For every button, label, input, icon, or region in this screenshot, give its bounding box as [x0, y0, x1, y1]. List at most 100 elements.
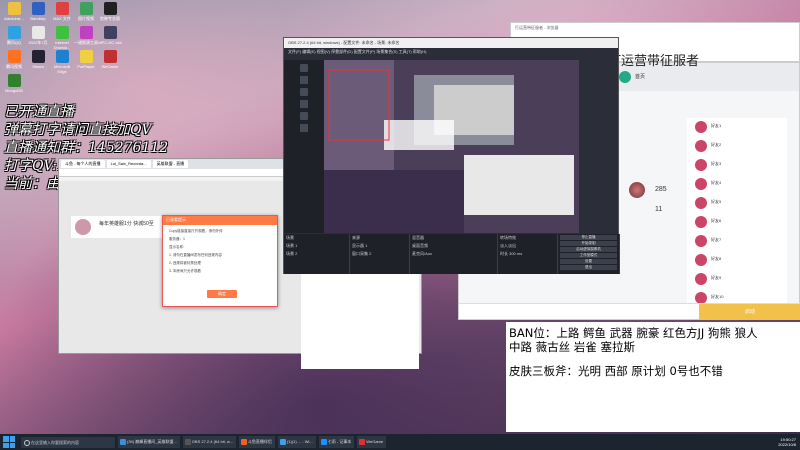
app-icon: [79, 2, 93, 15]
dock-title: 混音器: [412, 235, 424, 240]
virtual-camera-button[interactable]: 启动虚拟摄像机: [560, 247, 617, 252]
dialog-row: 2. 违规将被封禁处理: [169, 261, 201, 265]
app-icon: [79, 26, 93, 39]
taskbar-app-button[interactable]: 斗鱼直播伴侣: [238, 436, 275, 448]
desktop-icon[interactable]: 2022年7月: [26, 26, 50, 50]
friend-item[interactable]: 好友1: [687, 118, 787, 137]
client-bottombar: 启动: [459, 303, 800, 320]
tool-icon[interactable]: [300, 76, 308, 84]
start-game-button[interactable]: 启动: [699, 304, 800, 320]
friend-name: 好友5: [711, 199, 722, 204]
mixer-track[interactable]: 麦克风/Aux: [410, 250, 497, 258]
friend-item[interactable]: 好友2: [687, 137, 787, 156]
taskbar-app-button[interactable]: WeGame: [357, 436, 387, 448]
avatar: [695, 254, 707, 266]
friend-item[interactable]: 好友8: [687, 251, 787, 270]
desktop-icon[interactable]: PotPlayer: [74, 50, 98, 74]
windows-start-icon[interactable]: [3, 436, 15, 448]
app-icon: [7, 26, 21, 39]
rank-count: 11: [655, 206, 663, 213]
taskbar-app-button[interactable]: (1)(1) ... - Wi...: [277, 436, 316, 448]
source-item[interactable]: 显示器 1: [350, 242, 409, 250]
tool-icon[interactable]: [300, 124, 308, 132]
tool-icon[interactable]: [300, 112, 308, 120]
desktop-icon-label: MAX 文件: [53, 16, 71, 21]
desktop-icon[interactable]: Steam: [26, 50, 50, 74]
browser-tab[interactable]: 英雄联盟 - 直播: [152, 160, 189, 168]
ban-line: 中路 薇古丝 岩雀 塞拉斯: [509, 340, 635, 354]
friend-name: 好友10: [711, 294, 724, 299]
avatar: [695, 235, 707, 247]
tool-icon[interactable]: [300, 100, 308, 108]
transition-item[interactable]: 淡入淡出: [498, 242, 557, 250]
desktop-icon[interactable]: MPC-HC x64: [98, 26, 122, 50]
desktop-icon[interactable]: 腾讯QQ: [2, 26, 26, 50]
desktop-icon[interactable]: Bandizip: [26, 2, 50, 26]
friend-item[interactable]: 好友3: [687, 156, 787, 175]
scene-item[interactable]: 场景 2: [284, 250, 349, 258]
desktop-icon[interactable]: MAX 文件: [50, 2, 74, 26]
obs-docks: 场景 场景 1 场景 2 来源 显示器 1 窗口采集 2 混音器 桌面音频 麦克…: [284, 234, 620, 274]
desktop-icon[interactable]: 剪映专业版: [98, 2, 122, 26]
obs-preview: [324, 60, 579, 233]
stop-stream-button[interactable]: 停止直播: [560, 235, 617, 240]
studio-mode-button[interactable]: 工作室模式: [560, 253, 617, 258]
obs-titlebar: OBS 27.2.4 (64 bit, windows) - 配置文件: 未命名…: [284, 38, 618, 48]
friend-item[interactable]: 好友9: [687, 270, 787, 289]
desktop-icon[interactable]: 图片视频: [74, 2, 98, 26]
taskbar-app-button[interactable]: OBS 27.2.4 (64 bit, w...: [182, 436, 236, 448]
taskbar-app-button[interactable]: 七雨 - 记事本: [318, 436, 355, 448]
desktop-icon[interactable]: 一键换源工具: [74, 26, 98, 50]
obs-window[interactable]: OBS 27.2.4 (64 bit, windows) - 配置文件: 未命名…: [283, 37, 620, 274]
friend-name: 好友1: [711, 123, 722, 128]
taskbar-app-button[interactable]: (39) 巅峰直播间_英雄联盟...: [118, 436, 180, 448]
desktop-icon-label: 腾讯视频: [6, 64, 22, 69]
app-icon: [31, 50, 45, 63]
scene-item[interactable]: 场景 1: [284, 242, 349, 250]
desktop-icon-label: 图片视频: [78, 16, 94, 21]
tool-icon[interactable]: [300, 88, 308, 96]
settings-button[interactable]: 设置: [560, 259, 617, 264]
friend-name: 好友8: [711, 256, 722, 261]
app-logo-icon: [619, 71, 631, 83]
start-record-button[interactable]: 开始录制: [560, 241, 617, 246]
taskbar-search-input[interactable]: 在这里输入你要搜索的内容: [21, 436, 115, 448]
app-icon: [79, 50, 93, 63]
desktop-icon[interactable]: 腾讯视频: [2, 50, 26, 74]
avatar: [695, 197, 707, 209]
friends-list: 好友1 好友2 好友3 好友4 好友5 好友6 好友7 好友8 好友9 好友10: [687, 118, 787, 318]
streamer-card[interactable]: 每年英雄服1分 快城50至: [71, 216, 171, 238]
tool-icon[interactable]: [300, 64, 308, 72]
desktop-icon-label: WeGame: [101, 64, 119, 69]
desktop-icon[interactable]: Internet Downlo...: [50, 26, 74, 50]
confirm-button[interactable]: 确定: [207, 290, 237, 298]
browser-tab[interactable]: Lol_Saix_Recorda...: [106, 160, 151, 168]
desktop-icon[interactable]: WeGame: [98, 50, 122, 74]
friend-item[interactable]: 好友4: [687, 175, 787, 194]
desktop-icon-label: Bandizip: [30, 16, 46, 21]
app-icon: [31, 2, 45, 15]
desktop-icon[interactable]: Microsoft Edge: [50, 50, 74, 74]
app-icon: [55, 50, 69, 63]
browser-tab[interactable]: 斗鱼 - 每个人的直播: [61, 160, 105, 168]
desktop-icon[interactable]: MongoDB: [2, 74, 26, 98]
obs-menubar[interactable]: 文件(F) 编辑(E) 视图(V) 停靠部件(D) 配置文件(P) 场景集合(S…: [284, 48, 618, 56]
app-icon: [55, 2, 69, 15]
desktop-icon[interactable]: Administr...: [2, 2, 26, 26]
dock-title: 场景: [286, 235, 294, 240]
system-clock[interactable]: 19:50:27 2022/10/8: [778, 437, 796, 447]
friend-item[interactable]: 好友6: [687, 213, 787, 232]
exit-button[interactable]: 退出: [560, 265, 617, 270]
controls-dock: 停止直播 开始录制 启动虚拟摄像机 工作室模式 设置 退出: [558, 234, 620, 274]
friend-item[interactable]: 好友7: [687, 232, 787, 251]
ban-info-panel: BAN位：上路 鳄鱼 武器 腕豪 红色方JJ 狗熊 狼人 中路 薇古丝 岩雀 塞…: [506, 322, 800, 432]
source-item[interactable]: 窗口采集 2: [350, 250, 409, 258]
mixer-dock: 混音器 桌面音频 麦克风/Aux: [410, 234, 498, 274]
transition-duration[interactable]: 时长 300 ms: [498, 250, 557, 258]
desktop-icon-label: Steam: [32, 64, 44, 69]
mixer-track[interactable]: 桌面音频: [410, 242, 497, 250]
clock-date: 2022/10/8: [778, 442, 796, 447]
desktop-icon-label: Administr...: [4, 16, 24, 21]
friend-item[interactable]: 好友5: [687, 194, 787, 213]
nav-home[interactable]: 首页: [635, 73, 645, 80]
